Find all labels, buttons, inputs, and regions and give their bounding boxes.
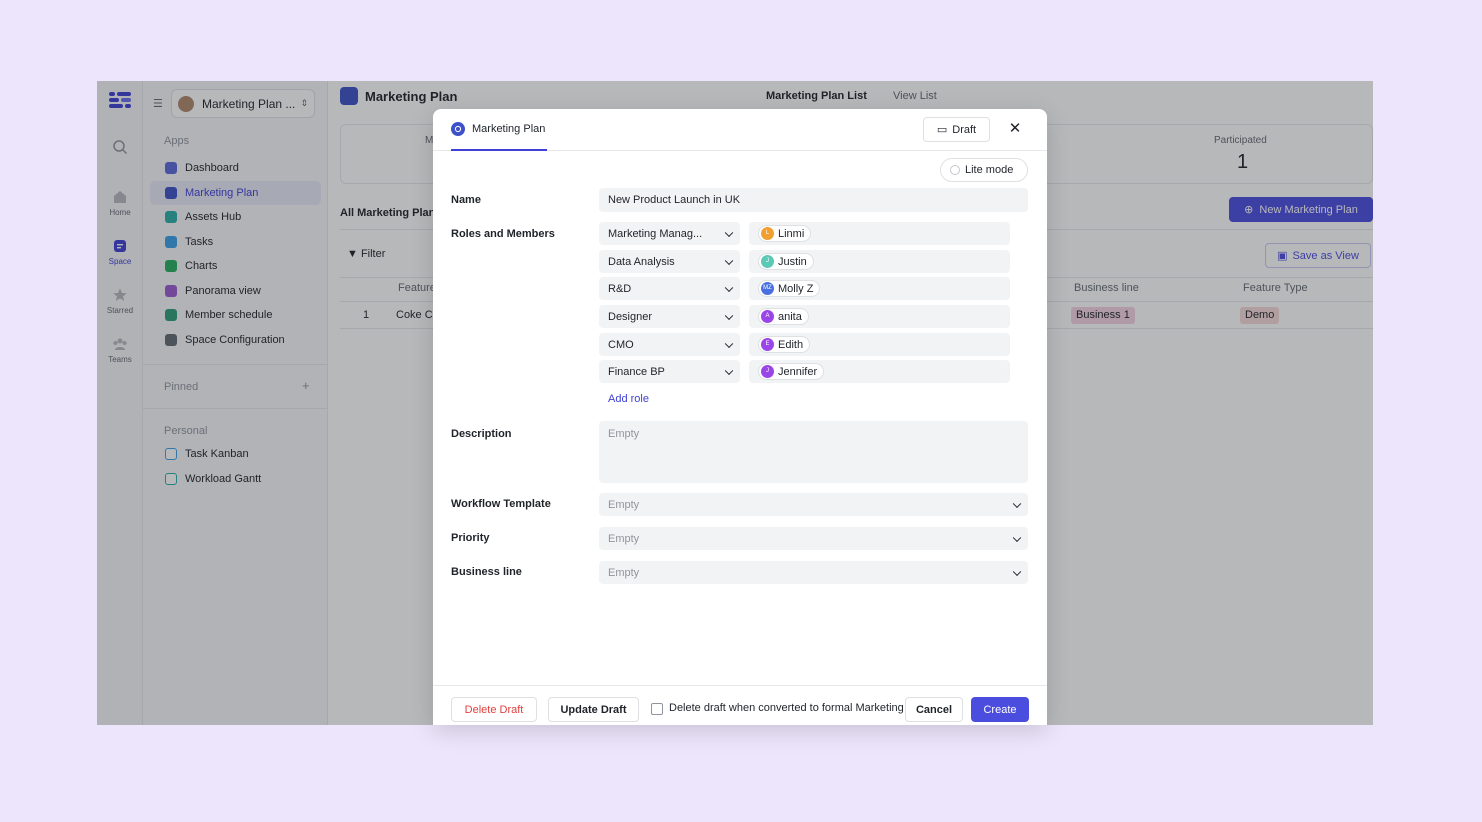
role-select[interactable]: Designer <box>599 305 740 328</box>
delete-draft-button[interactable]: Delete Draft <box>451 697 537 722</box>
roles-members-label: Roles and Members <box>451 228 555 240</box>
role-select-value: Finance BP <box>608 365 665 378</box>
draft-button[interactable]: ▭ Draft <box>923 117 990 142</box>
chevron-down-icon <box>724 366 734 375</box>
avatar: J <box>761 255 774 268</box>
priority-label: Priority <box>451 532 490 544</box>
dialog-tab-title: Marketing Plan <box>472 123 546 135</box>
lite-mode-label: Lite mode <box>965 164 1014 176</box>
member-picker[interactable]: J Justin <box>749 250 1010 273</box>
member-chip: J Justin <box>758 253 814 270</box>
delete-draft-checkbox-label: Delete draft when converted to formal Ma… <box>669 702 915 714</box>
member-name: anita <box>778 310 802 323</box>
marketing-plan-badge-icon <box>451 122 465 136</box>
workflow-template-label: Workflow Template <box>451 498 551 510</box>
member-chip: J Jennifer <box>758 363 825 380</box>
member-picker[interactable]: E Edith <box>749 333 1010 356</box>
workflow-template-select[interactable]: Empty <box>599 493 1028 516</box>
member-chip: E Edith <box>758 336 811 353</box>
inbox-icon: ▭ <box>936 124 948 136</box>
dialog-tab[interactable]: Marketing Plan <box>451 109 548 151</box>
role-select[interactable]: Data Analysis <box>599 250 740 273</box>
role-select-value: Marketing Manag... <box>608 227 703 240</box>
chevron-down-icon <box>724 256 734 265</box>
name-input[interactable]: New Product Launch in UK <box>599 188 1028 212</box>
member-picker[interactable]: Aanita <box>749 305 1010 328</box>
member-name: Edith <box>778 338 804 351</box>
member-picker[interactable]: L Linmi <box>749 222 1010 245</box>
dialog-header: Marketing Plan ▭ Draft ✕ <box>433 109 1047 151</box>
chevron-down-icon <box>724 283 734 292</box>
description-label: Description <box>451 428 512 440</box>
lite-mode-toggle[interactable]: Lite mode <box>940 158 1028 182</box>
role-select[interactable]: R&D <box>599 277 740 300</box>
priority-select[interactable]: Empty <box>599 527 1028 550</box>
close-icon[interactable]: ✕ <box>1007 121 1023 137</box>
role-select-value: CMO <box>608 338 634 351</box>
chevron-down-icon <box>724 339 734 348</box>
chevron-down-icon <box>724 311 734 320</box>
member-name: Molly Z <box>778 282 814 295</box>
lite-mode-radio <box>950 165 960 175</box>
delete-draft-checkbox[interactable] <box>651 703 663 715</box>
create-marketing-plan-dialog: Marketing Plan ▭ Draft ✕ Lite mode Name … <box>433 109 1047 725</box>
priority-value: Empty <box>608 532 640 545</box>
update-draft-button[interactable]: Update Draft <box>548 697 639 722</box>
name-label: Name <box>451 194 481 206</box>
member-chip: MZ Molly Z <box>758 280 821 297</box>
member-name: Jennifer <box>778 365 818 378</box>
member-picker[interactable]: J Jennifer <box>749 360 1010 383</box>
member-picker[interactable]: MZ Molly Z <box>749 277 1010 300</box>
member-chip: Aanita <box>758 308 809 325</box>
chevron-down-icon <box>1012 499 1022 508</box>
avatar: J <box>761 365 774 378</box>
business-line-select[interactable]: Empty <box>599 561 1028 584</box>
role-select[interactable]: Marketing Manag... <box>599 222 740 245</box>
description-textarea[interactable]: Empty <box>599 421 1028 483</box>
chevron-down-icon <box>1012 533 1022 542</box>
create-button[interactable]: Create <box>971 697 1029 722</box>
workflow-template-value: Empty <box>608 498 640 511</box>
member-name: Linmi <box>778 227 805 240</box>
add-role-link[interactable]: Add role <box>608 393 649 405</box>
member-name: Justin <box>778 255 807 268</box>
chevron-down-icon <box>1012 567 1022 576</box>
business-line-value: Empty <box>608 566 640 579</box>
business-line-label: Business line <box>451 566 522 578</box>
role-select-value: Designer <box>608 310 653 323</box>
avatar: L <box>761 227 774 240</box>
member-chip: L Linmi <box>758 225 812 242</box>
role-select-value: Data Analysis <box>608 255 675 268</box>
dialog-footer: Delete Draft Update Draft Delete draft w… <box>433 685 1047 725</box>
avatar: MZ <box>761 282 774 295</box>
role-select[interactable]: CMO <box>599 333 740 356</box>
draft-label: Draft <box>952 123 977 136</box>
role-select-value: R&D <box>608 282 632 295</box>
avatar: E <box>761 338 774 351</box>
role-select[interactable]: Finance BP <box>599 360 740 383</box>
avatar: A <box>761 310 774 323</box>
chevron-down-icon <box>724 228 734 237</box>
cancel-button[interactable]: Cancel <box>905 697 963 722</box>
